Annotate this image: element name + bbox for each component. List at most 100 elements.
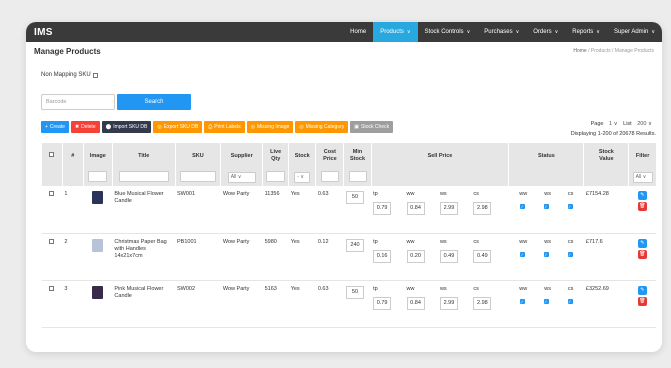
filter-cell [508, 169, 584, 186]
price-input-ws[interactable]: 2.99 [439, 296, 458, 310]
trash-icon[interactable]: 🗑 [637, 296, 647, 306]
import-sku-db-button[interactable]: ⬤ Import SKU DB [101, 121, 152, 133]
stock-check-button[interactable]: ▣ Stock Check [350, 121, 394, 133]
sell-price-cell: tp ww ws cs 0.79 0.84 2.99 2.98 [371, 280, 509, 328]
table-row[interactable]: 3 Pink Musical Flower Candle SW002 Wow P… [41, 280, 656, 328]
min-stock-input[interactable]: 240 [345, 238, 364, 252]
status-checkbox-ww[interactable] [520, 298, 526, 305]
chevron-down-icon: ∨ [647, 121, 652, 127]
non-mapping-sku-checkbox[interactable] [92, 72, 98, 78]
select-all-checkbox[interactable] [49, 152, 55, 157]
table-row[interactable]: 1 Blue Musical Flower Candle SW001 Wow P… [41, 186, 656, 234]
nav-label: Products [380, 29, 404, 35]
image-filter-input[interactable] [88, 171, 108, 182]
trash-icon[interactable]: 🗑 [637, 249, 647, 259]
sell-price-group: tp ww ws cs 0.79 0.84 2.99 2.98 [373, 286, 507, 310]
all-filter-select[interactable]: All ∨ [632, 172, 653, 183]
title-filter-input[interactable] [118, 171, 169, 182]
button-label: Create [49, 124, 65, 130]
sell-price-group: tp ww ws cs 0.16 0.20 0.49 0.49 [373, 239, 507, 263]
cost-filter-input[interactable] [320, 171, 339, 182]
nav-purchases[interactable]: Purchases ∨ [477, 22, 526, 42]
row-actions-cell: ✎ 🗑 [628, 186, 656, 234]
missing-image-button[interactable]: ◎ Missing Image [246, 121, 294, 133]
table-row[interactable]: 2 Christmas Paper Bag with Handles 14x21… [41, 233, 656, 281]
product-supplier: Wow Party [220, 186, 263, 234]
price-input-cs[interactable]: 0.49 [473, 249, 492, 263]
nav-reports[interactable]: Reports ∨ [565, 22, 607, 42]
price-input-ws[interactable]: 0.49 [439, 249, 458, 263]
products-table-body: 1 Blue Musical Flower Candle SW001 Wow P… [41, 186, 656, 328]
live-qty-filter-input[interactable] [266, 171, 286, 182]
trash-icon[interactable]: 🗑 [637, 202, 647, 211]
status-checkbox-ws[interactable] [543, 298, 549, 305]
nav-orders[interactable]: Orders ∨ [526, 22, 565, 42]
brand-logo[interactable]: IMS [34, 27, 53, 38]
price-input-cs[interactable]: 2.98 [473, 202, 492, 215]
app-window: IMS Home Products ∨ Stock Controls ∨ Purchase… [26, 22, 662, 352]
product-supplier: Wow Party [220, 233, 263, 281]
search-row: Barcode Search [41, 94, 191, 110]
status-checkbox-cs[interactable] [567, 203, 573, 210]
status-header-ww: ww [519, 238, 528, 245]
price-input-ww[interactable]: 0.84 [406, 202, 425, 215]
price-input-ww[interactable]: 0.84 [406, 296, 425, 310]
stock-filter-select[interactable]: - ∨ [294, 172, 311, 183]
min-stock-input[interactable]: 50 [345, 191, 364, 204]
price-input-ws[interactable]: 2.99 [439, 202, 458, 215]
product-thumbnail[interactable] [92, 238, 104, 252]
product-thumbnail[interactable] [92, 285, 104, 299]
nav-label: Home [350, 29, 367, 35]
edit-icon[interactable]: ✎ [637, 191, 647, 200]
status-checkbox-cs[interactable] [567, 298, 573, 305]
button-label: Import SKU DB [113, 124, 148, 130]
edit-icon[interactable]: ✎ [637, 238, 647, 248]
missing-category-button[interactable]: ◎ Missing Category [295, 121, 349, 133]
product-thumbnail[interactable] [92, 191, 104, 204]
sell-price-cell: tp ww ws cs 0.16 0.20 0.49 0.49 [371, 233, 509, 281]
nav-home[interactable]: Home [343, 22, 373, 42]
list-size-select[interactable]: 200 ∨ [637, 121, 652, 127]
page-select[interactable]: 1 ∨ [609, 121, 618, 127]
min-stock-cell: 50 [343, 280, 372, 328]
status-checkbox-ww[interactable] [520, 203, 526, 210]
price-input-tp[interactable]: 0.16 [373, 249, 392, 263]
product-sku: PB1001 [175, 233, 221, 281]
nav-products[interactable]: Products ∨ [373, 22, 418, 42]
search-button[interactable]: Search [117, 94, 191, 110]
status-checkboxes [511, 251, 582, 258]
status-checkbox-ws[interactable] [543, 251, 549, 258]
print-labels-button[interactable]: ⎙ Print Labels [204, 121, 245, 133]
sell-price-values: 0.79 0.84 2.99 2.98 [373, 202, 507, 215]
min-stock-filter-input[interactable] [348, 171, 367, 182]
row-checkbox[interactable] [49, 191, 55, 196]
price-input-tp[interactable]: 0.79 [373, 296, 392, 310]
sku-filter-input[interactable] [179, 171, 216, 182]
barcode-input[interactable]: Barcode [41, 94, 115, 110]
title-bar: Manage Products Home / Products / Manage… [26, 42, 662, 60]
delete-button[interactable]: ✖ Delete [70, 121, 100, 133]
breadcrumb-products[interactable]: Products [591, 48, 611, 54]
chevron-down-icon: ∨ [466, 29, 471, 35]
filter-cell: All ∨ [628, 169, 656, 186]
row-select-cell [41, 280, 63, 328]
supplier-filter-select[interactable]: All ∨ [227, 172, 256, 183]
price-input-tp[interactable]: 0.79 [373, 202, 392, 215]
create-button[interactable]: + Create [41, 121, 69, 133]
button-label: Delete [81, 124, 96, 130]
status-checkbox-ws[interactable] [543, 203, 549, 210]
edit-icon[interactable]: ✎ [637, 285, 647, 295]
min-stock-input[interactable]: 50 [345, 285, 364, 299]
product-image-cell [83, 186, 113, 234]
status-checkbox-ww[interactable] [520, 251, 526, 258]
price-input-ww[interactable]: 0.20 [406, 249, 425, 263]
price-input-cs[interactable]: 2.98 [473, 296, 492, 310]
row-checkbox[interactable] [49, 285, 55, 291]
status-checkbox-cs[interactable] [567, 251, 573, 258]
export-sku-db-button[interactable]: ◎ Export SKU DB [153, 121, 203, 133]
nav-stock-controls[interactable]: Stock Controls ∨ [418, 22, 478, 42]
export-sku-db-icon: ◎ [157, 124, 162, 130]
nav-super-admin[interactable]: Super Admin ∨ [607, 22, 662, 42]
row-checkbox[interactable] [49, 238, 55, 244]
breadcrumb-home[interactable]: Home [573, 48, 586, 54]
